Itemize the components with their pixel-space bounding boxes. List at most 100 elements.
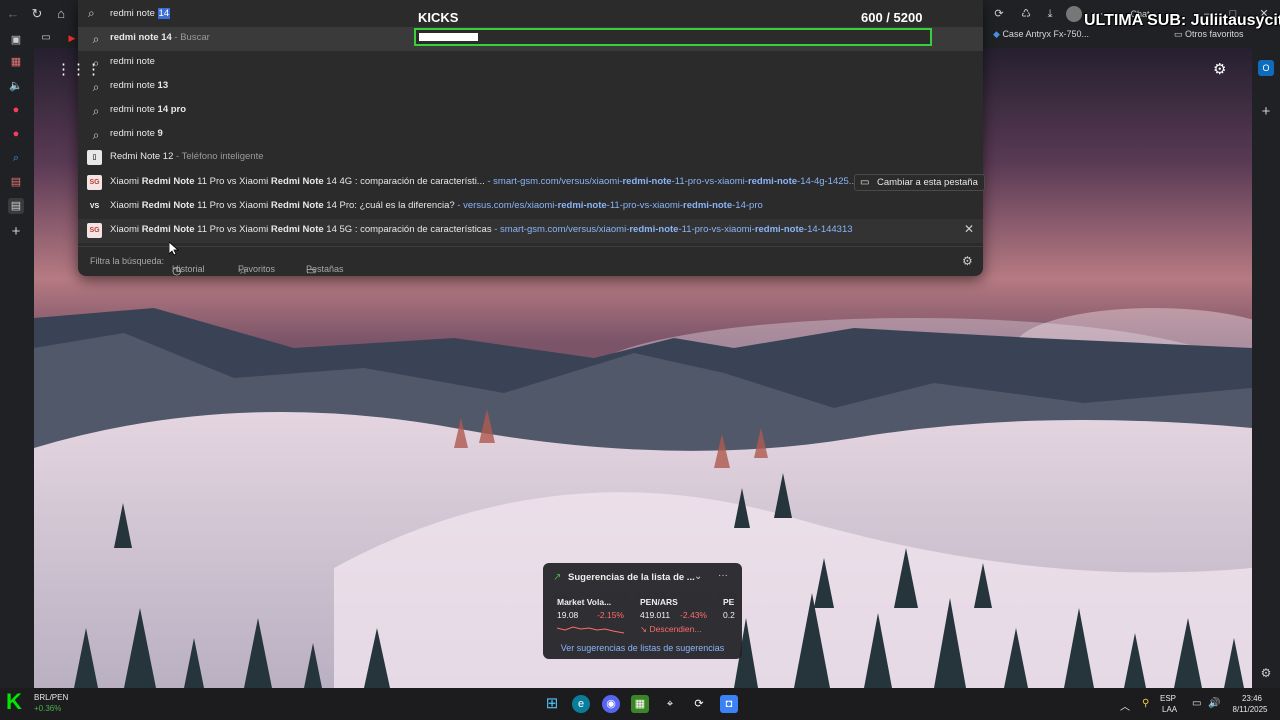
suggestion-suffix: - Buscar [171,32,210,43]
result-text: 14 5G : comparación de características [323,224,492,235]
result-smart-gsm-14-5g[interactable]: SG Xiaomi Redmi Note 11 Pro vs Xiaomi Re… [78,219,983,243]
search-icon: ⌕ [92,80,100,94]
epic-games-icon[interactable]: ⌖ [661,695,679,713]
back-icon[interactable]: ← [5,6,21,22]
tabs-label: Pestañas [306,264,344,274]
result-url: - versus.com/es/xiaomi- [454,200,558,211]
right-sidebar: O + ⚙ [1252,48,1280,688]
card-name: Market Vola... [557,597,612,607]
extensions-icon[interactable]: ⟳ [991,6,1007,22]
see-watchlist-suggestions-link[interactable]: Ver sugerencias de listas de sugerencias [543,643,742,653]
trend-text: Descendien... [649,624,702,634]
edge-browser-icon[interactable]: e [572,695,590,713]
result-bold: Redmi Note [141,176,195,187]
tray-overflow-chevron-icon[interactable]: ︿ [1120,698,1130,713]
search-favicon-icon[interactable]: ⌕ [8,150,24,166]
result-url: -14-4g-1425... [797,176,857,187]
app-icon[interactable]: ◘ [720,695,738,713]
volume-icon[interactable]: 🔊 [1208,698,1220,709]
windows-start-icon[interactable]: ⊞ [543,695,561,713]
tab-icon: ▭ [860,177,870,188]
network-icon[interactable]: ▭ [1192,698,1201,709]
suggestion-bold: 14 pro [157,104,187,115]
result-text: Xiaomi [110,224,142,235]
clock-time[interactable]: 23:46 [1232,694,1272,703]
new-tab-icon[interactable]: + [8,224,24,240]
minecraft-icon[interactable]: ▦ [631,695,649,713]
result-versus-14-pro[interactable]: VS Xiaomi Redmi Note 11 Pro vs Xiaomi Re… [78,195,983,219]
result-url-bold: redmi-note [629,224,679,235]
card-change: -2.43% [680,610,707,620]
result-url: - smart-gsm.com/versus/xiaomi- [491,224,630,235]
more-options-icon[interactable]: ··· [718,570,728,581]
result-bold: Redmi Note [270,200,324,211]
suggestion-bold: 13 [157,80,169,91]
card-value: 19.08 [557,610,579,620]
home-icon[interactable]: ⌂ [53,6,69,22]
suggestion-redmi-note[interactable]: ⌕ redmi note [78,51,983,75]
active-tab-favicon-icon[interactable]: ▤ [8,198,24,214]
other-favorites-folder[interactable]: ▭ Otros favoritos [1174,29,1244,40]
ticker-change: +0.36% [34,704,62,713]
add-sidebar-app-icon[interactable]: + [1258,104,1274,120]
result-text: 11 Pro vs Xiaomi [194,200,271,211]
result-text: 14 Pro: ¿cuál es la diferencia? [323,200,455,211]
result-bold: Redmi Note [141,200,195,211]
ticker-name: BRL/PEN [34,693,69,702]
performance-icon[interactable]: ♺ [1018,6,1034,22]
card-name: PE [723,597,735,607]
suggestion-redmi-note-12-entity[interactable]: ▯ Redmi Note 12 - Teléfono inteligente [78,146,983,170]
chevron-down-icon[interactable]: ⌄ [694,571,702,582]
input-language[interactable]: ESP [1160,694,1176,703]
search-icon: ⌕ [88,6,95,20]
result-smart-gsm-14-4g[interactable]: SG Xiaomi Redmi Note 11 Pro vs Xiaomi Re… [78,171,985,195]
microphone-icon[interactable]: ⚲ [1142,698,1149,709]
download-icon[interactable]: ⤓ [1042,6,1058,22]
suggestion-plain: redmi note [110,128,158,139]
sparkline [557,626,624,634]
red-dot-favicon-2-icon[interactable]: ● [8,126,24,142]
favorite-case-antryx[interactable]: ◆ Case Antryx Fx-750... [993,29,1089,40]
watchlist-card[interactable]: PEN/ARS 419.011 -2.43% ↘ Descendien... [635,592,712,637]
query-selected: 14 [157,8,171,19]
result-url: -11-pro-vs-xiaomi- [671,176,748,187]
page-settings-gear-icon[interactable]: ⚙ [1213,60,1226,78]
result-text: 11 Pro vs Xiaomi [194,224,271,235]
app-grid-favicon-icon[interactable]: ▦ [8,54,24,70]
favorite-label: Case Antryx Fx-750... [1002,29,1089,39]
other-favorites-label: Otros favoritos [1185,29,1244,39]
suggestion-text: Redmi Note 12 [110,151,174,162]
kick-logo-icon: K [6,689,22,714]
address-bar-input[interactable]: ⌕ redmi note 14 [78,0,983,27]
speaker-icon[interactable]: 🔈 [8,78,24,94]
outlook-icon[interactable]: O [1258,60,1274,76]
folder-icon: ▭ [1174,29,1183,39]
tab-actions-icon[interactable]: ▣ [8,32,24,48]
remove-suggestion-close-icon[interactable]: ✕ [964,222,974,236]
widget-title: Sugerencias de la lista de ... [568,572,695,583]
result-bold: Redmi Note [270,224,324,235]
profile-avatar[interactable] [1066,6,1082,22]
steam-icon[interactable]: ⟳ [690,695,708,713]
watchlist-card[interactable]: Market Vola... 19.08 -2.15% [552,592,629,637]
refresh-icon[interactable]: ↻ [29,6,45,22]
search-icon: ⌕ [92,128,100,142]
red-dot-favicon-icon[interactable]: ● [8,102,24,118]
apps-launcher-grid-icon[interactable]: ⋮⋮⋮ [56,60,101,78]
filter-label: Filtra la búsqueda: [90,256,165,266]
collections-icon[interactable]: ▭ [38,30,54,46]
omnibox-settings-gear-icon[interactable]: ⚙ [962,254,973,268]
clock-date[interactable]: 8/11/2025 [1228,705,1272,714]
card-trend-label: ↘ Descendien... [640,624,702,634]
suggestion-redmi-note-14-pro[interactable]: ⌕ redmi note 14 pro [78,99,983,123]
suggestion-suffix: - Teléfono inteligente [173,151,264,162]
watchlist-card[interactable]: PE 0.2 [718,592,736,637]
smart-gsm-favicon-icon[interactable]: ▤ [8,174,24,190]
suggestion-redmi-note-9[interactable]: ⌕ redmi note 9 [78,123,983,147]
kicks-title: KICKS [418,10,459,25]
sidebar-settings-icon[interactable]: ⚙ [1258,665,1274,681]
suggestion-redmi-note-13[interactable]: ⌕ redmi note 13 [78,75,983,99]
switch-to-tab-button[interactable]: ▭ Cambiar a esta pestaña [854,174,985,191]
result-url-bold: redmi-note [622,176,672,187]
discord-icon[interactable]: ◉ [602,695,620,713]
